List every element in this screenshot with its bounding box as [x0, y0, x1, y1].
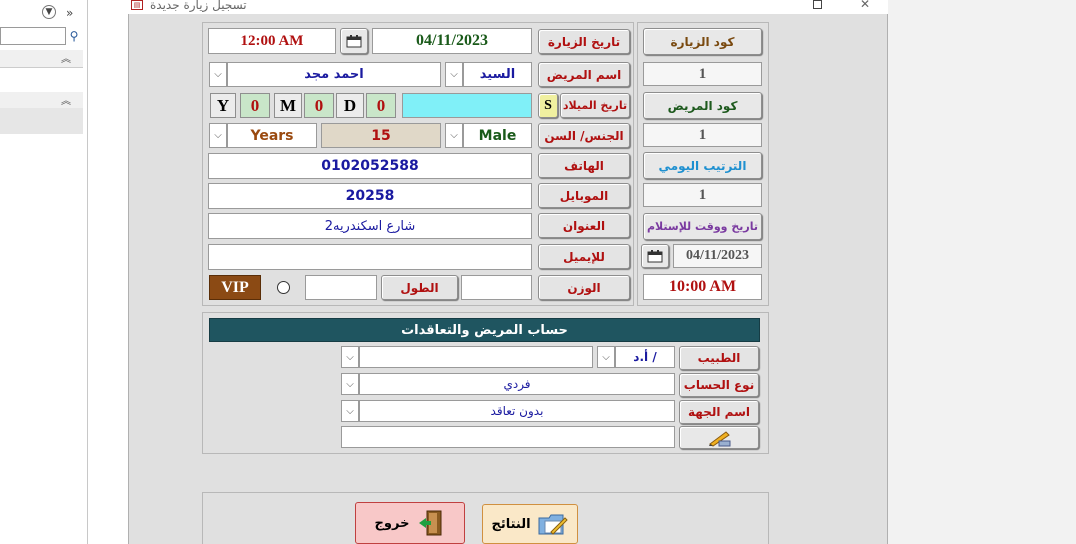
receive-date-picker-button[interactable] — [641, 244, 669, 268]
receive-time-field[interactable]: 10:00 AM — [643, 274, 762, 300]
birth-date-label: تاريخ الميلاد — [560, 93, 630, 118]
age-years-value[interactable]: 0 — [240, 93, 270, 118]
search-icon[interactable]: ⚲ — [66, 27, 82, 45]
weight-field[interactable] — [461, 275, 532, 300]
age-days-unit: D — [336, 93, 364, 118]
visit-date-picker-button[interactable] — [340, 28, 368, 54]
nav-menu-icon[interactable]: ▼ — [42, 5, 56, 19]
phone-label: الهاتف — [538, 153, 630, 178]
entity-name-label: اسم الجهة — [679, 400, 759, 424]
patient-code-field: 1 — [643, 123, 762, 147]
entity-dropdown-arrow[interactable]: ⌵ — [341, 400, 359, 422]
phone-field[interactable]: 0102052588 — [208, 153, 532, 179]
navigation-pane: » ▼ ⚲ ︽ ︽ — [0, 0, 88, 544]
weight-label: الوزن — [538, 275, 630, 300]
maximize-icon[interactable] — [813, 0, 822, 9]
exit-label: خروج — [374, 515, 410, 531]
calendar-icon — [647, 250, 663, 263]
vip-badge[interactable]: VIP — [209, 275, 261, 300]
entity-name-field[interactable]: بدون تعاقد — [359, 400, 675, 422]
calendar-icon — [346, 35, 362, 48]
birth-s-button[interactable]: S — [538, 93, 558, 118]
gender-dropdown-arrow[interactable]: ⌵ — [445, 123, 463, 148]
age-value-field[interactable]: 15 — [321, 123, 441, 148]
close-icon[interactable]: ✕ — [860, 0, 870, 11]
patient-code-button[interactable]: كود المريض — [643, 92, 762, 119]
workspace-background — [888, 0, 1076, 544]
account-type-label: نوع الحساب — [679, 373, 759, 397]
vip-radio[interactable] — [263, 275, 303, 300]
door-exit-icon — [419, 510, 442, 536]
pencil-icon — [709, 430, 731, 447]
gender-field[interactable]: Male — [463, 123, 532, 148]
mobile-field[interactable]: 20258 — [208, 183, 532, 209]
age-months-value[interactable]: 0 — [304, 93, 334, 118]
doctor-prefix-field[interactable]: أ.د / — [615, 346, 675, 368]
results-button[interactable]: النتائج — [482, 504, 578, 544]
window-title: تسجيل زيارة جديدة — [150, 0, 247, 12]
name-dropdown-arrow[interactable]: ⌵ — [209, 62, 227, 87]
mobile-label: الموبايل — [538, 183, 630, 208]
age-unit-field[interactable]: Years — [227, 123, 317, 148]
receive-date-field[interactable]: 04/11/2023 — [673, 244, 762, 268]
age-years-unit: Y — [210, 93, 236, 118]
account-note-field[interactable] — [341, 426, 675, 448]
edit-account-button[interactable] — [679, 426, 759, 449]
doctor-dropdown-arrow[interactable]: ⌵ — [341, 346, 359, 368]
account-section-header: حساب المريض والتعاقدات — [209, 318, 760, 342]
receive-datetime-button[interactable]: تاريخ ووقت للإستلام — [643, 213, 762, 240]
height-field[interactable] — [305, 275, 377, 300]
nav-group-header[interactable]: ︽ — [0, 50, 83, 68]
title-dropdown-arrow[interactable]: ⌵ — [445, 62, 463, 87]
address-field[interactable]: شارع اسكندريه2 — [208, 213, 532, 239]
account-type-field[interactable]: فردي — [359, 373, 675, 395]
patient-title-field[interactable]: السيد — [463, 62, 532, 87]
doctor-label: الطبيب — [679, 346, 759, 370]
exit-button[interactable]: خروج — [355, 502, 465, 544]
email-label: للإيميل — [538, 244, 630, 269]
visit-date-field[interactable]: 04/11/2023 — [372, 28, 532, 54]
gender-age-label: الجنس/ السن — [538, 123, 630, 148]
patient-name-field[interactable]: احمد مجد — [227, 62, 441, 87]
email-field[interactable] — [208, 244, 532, 270]
visit-code-field: 1 — [643, 62, 762, 86]
form-icon: ▤ — [131, 0, 143, 10]
nav-search-input[interactable] — [0, 27, 66, 45]
address-label: العنوان — [538, 213, 630, 238]
results-label: النتائج — [491, 516, 531, 532]
daily-order-button[interactable]: الترتيب اليومي — [643, 152, 762, 179]
nav-scrollbar[interactable] — [0, 108, 83, 134]
account-type-dropdown-arrow[interactable]: ⌵ — [341, 373, 359, 395]
age-unit-dropdown-arrow[interactable]: ⌵ — [209, 123, 227, 148]
visit-date-label: تاريخ الزيارة — [538, 29, 630, 54]
height-label: الطول — [381, 275, 458, 300]
radio-circle — [276, 281, 290, 294]
age-days-value[interactable]: 0 — [366, 93, 396, 118]
title-bar: ▤ تسجيل زيارة جديدة ✕ — [128, 0, 888, 14]
nav-collapse-icon[interactable]: » — [66, 6, 73, 20]
daily-order-field: 1 — [643, 183, 762, 207]
visit-code-button[interactable]: كود الزيارة — [643, 28, 762, 55]
patient-name-label: اسم المريض — [538, 62, 630, 87]
visit-time-field[interactable]: 12:00 AM — [208, 28, 336, 54]
doctor-name-field[interactable] — [359, 346, 593, 368]
birth-date-field[interactable] — [402, 93, 532, 118]
doctor-prefix-dropdown-arrow[interactable]: ⌵ — [597, 346, 615, 368]
folder-icon — [538, 514, 568, 535]
age-months-unit: M — [274, 93, 302, 118]
